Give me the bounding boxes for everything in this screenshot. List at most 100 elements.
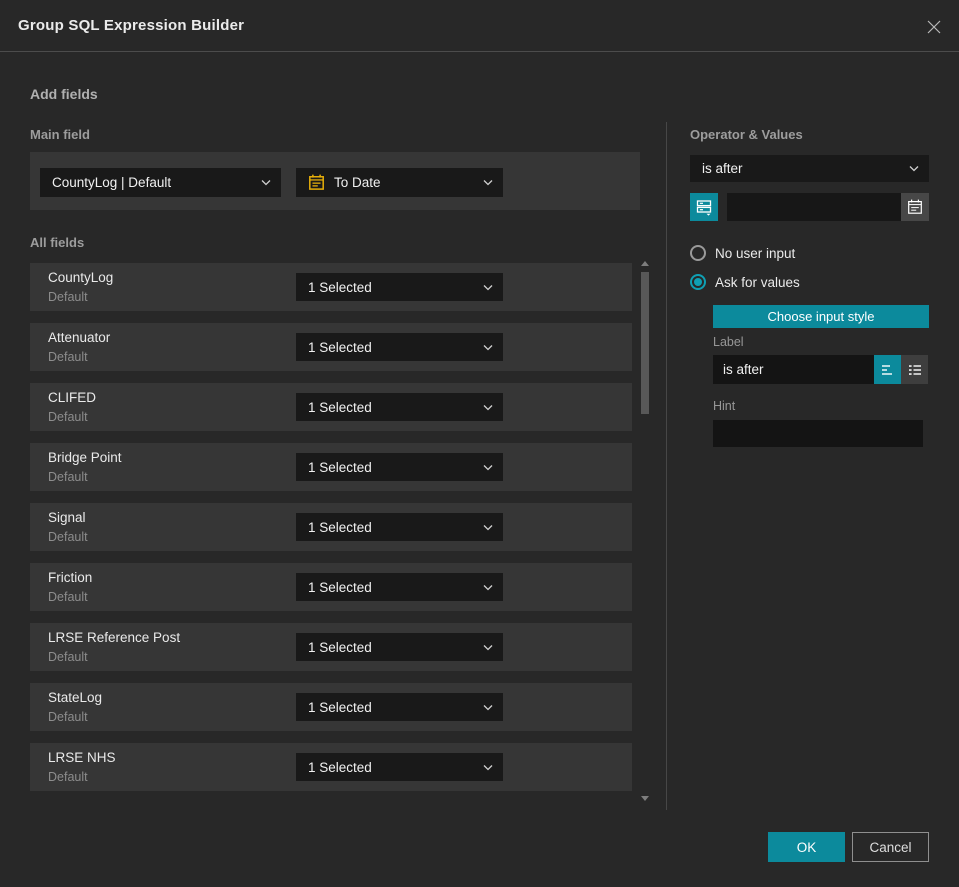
field-selected-dropdown[interactable]: 1 Selected <box>296 693 503 721</box>
label-field-label: Label <box>713 335 744 349</box>
chevron-down-icon <box>261 179 271 186</box>
hint-field-label: Hint <box>713 399 736 413</box>
field-name: CountyLog <box>48 270 114 285</box>
radio-label: Ask for values <box>715 274 800 290</box>
all-fields-label: All fields <box>30 235 85 250</box>
values-from-layer-button[interactable] <box>690 193 718 221</box>
field-subtitle: Default <box>48 650 88 664</box>
field-subtitle: Default <box>48 290 88 304</box>
field-row-lrse-reference-post: LRSE Reference Post Default 1 Selected <box>30 623 632 671</box>
field-row-bridge-point: Bridge Point Default 1 Selected <box>30 443 632 491</box>
panel-divider <box>666 122 667 810</box>
field-subtitle: Default <box>48 350 88 364</box>
main-field-label: Main field <box>30 127 90 142</box>
field-name: CLIFED <box>48 390 97 405</box>
label-style-inline-button[interactable] <box>874 355 901 384</box>
date-value-input[interactable] <box>727 193 901 221</box>
field-subtitle: Default <box>48 410 88 424</box>
choose-input-style-button[interactable]: Choose input style <box>713 305 929 328</box>
calendar-icon <box>907 199 923 215</box>
date-picker-button[interactable] <box>901 193 929 221</box>
field-selected-dropdown[interactable]: 1 Selected <box>296 753 503 781</box>
selected-count: 1 Selected <box>308 339 372 355</box>
chevron-down-icon <box>483 344 493 351</box>
label-input[interactable] <box>713 355 874 384</box>
list-scrollbar[interactable] <box>640 258 650 804</box>
selected-count: 1 Selected <box>308 399 372 415</box>
list-icon <box>907 362 923 378</box>
dialog-titlebar: Group SQL Expression Builder <box>0 0 959 52</box>
layer-values-icon <box>695 198 713 216</box>
operator-values-heading: Operator & Values <box>690 127 803 142</box>
field-subtitle: Default <box>48 530 88 544</box>
selected-count: 1 Selected <box>308 519 372 535</box>
selected-count: 1 Selected <box>308 699 372 715</box>
radio-no-user-input[interactable]: No user input <box>690 245 795 261</box>
field-name: Friction <box>48 570 93 585</box>
field-row-statelog: StateLog Default 1 Selected <box>30 683 632 731</box>
date-option-select-value: To Date <box>334 175 381 190</box>
field-subtitle: Default <box>48 590 88 604</box>
selected-count: 1 Selected <box>308 279 372 295</box>
scroll-down-icon[interactable] <box>641 796 649 801</box>
close-icon <box>926 19 942 35</box>
group-sql-expression-builder-dialog: Group SQL Expression Builder Add fields … <box>0 0 959 887</box>
radio-checked-icon <box>690 274 706 290</box>
field-row-clifed: CLIFED Default 1 Selected <box>30 383 632 431</box>
date-option-select[interactable]: To Date <box>296 168 503 197</box>
chevron-down-icon <box>483 284 493 291</box>
field-subtitle: Default <box>48 470 88 484</box>
selected-count: 1 Selected <box>308 759 372 775</box>
selected-count: 1 Selected <box>308 459 372 475</box>
radio-label: No user input <box>715 245 796 261</box>
main-field-select[interactable]: CountyLog | Default <box>40 168 281 197</box>
field-selected-dropdown[interactable]: 1 Selected <box>296 393 503 421</box>
cancel-button[interactable]: Cancel <box>852 832 929 862</box>
chevron-down-icon <box>483 179 493 186</box>
field-selected-dropdown[interactable]: 1 Selected <box>296 573 503 601</box>
align-left-icon <box>880 362 896 378</box>
radio-ask-for-values[interactable]: Ask for values <box>690 274 800 290</box>
main-field-card: CountyLog | Default To Date <box>30 152 640 210</box>
chevron-down-icon <box>909 165 919 172</box>
field-selected-dropdown[interactable]: 1 Selected <box>296 633 503 661</box>
field-subtitle: Default <box>48 770 88 784</box>
chevron-down-icon <box>483 704 493 711</box>
field-row-friction: Friction Default 1 Selected <box>30 563 632 611</box>
field-name: Attenuator <box>48 330 111 345</box>
field-name: Signal <box>48 510 86 525</box>
chevron-down-icon <box>483 584 493 591</box>
scroll-up-icon[interactable] <box>641 261 649 266</box>
field-name: StateLog <box>48 690 103 705</box>
operator-select[interactable]: is after <box>690 155 929 182</box>
field-selected-dropdown[interactable]: 1 Selected <box>296 453 503 481</box>
field-row-countylog: CountyLog Default 1 Selected <box>30 263 632 311</box>
field-row-lrse-nhs: LRSE NHS Default 1 Selected <box>30 743 632 791</box>
field-name: LRSE NHS <box>48 750 116 765</box>
field-selected-dropdown[interactable]: 1 Selected <box>296 513 503 541</box>
field-name: LRSE Reference Post <box>48 630 181 645</box>
scrollbar-thumb[interactable] <box>641 272 649 414</box>
field-row-signal: Signal Default 1 Selected <box>30 503 632 551</box>
dialog-title: Group SQL Expression Builder <box>18 17 245 34</box>
selected-count: 1 Selected <box>308 579 372 595</box>
field-name: Bridge Point <box>48 450 122 465</box>
field-subtitle: Default <box>48 710 88 724</box>
chevron-down-icon <box>483 644 493 651</box>
ok-button[interactable]: OK <box>768 832 845 862</box>
radio-unchecked-icon <box>690 245 706 261</box>
hint-input[interactable] <box>713 420 923 447</box>
label-style-list-button[interactable] <box>901 355 928 384</box>
field-selected-dropdown[interactable]: 1 Selected <box>296 273 503 301</box>
selected-count: 1 Selected <box>308 639 372 655</box>
add-fields-heading: Add fields <box>30 86 98 102</box>
chevron-down-icon <box>483 524 493 531</box>
calendar-icon <box>308 174 325 191</box>
field-row-attenuator: Attenuator Default 1 Selected <box>30 323 632 371</box>
chevron-down-icon <box>483 464 493 471</box>
main-field-select-value: CountyLog | Default <box>52 175 172 190</box>
chevron-down-icon <box>483 764 493 771</box>
chevron-down-icon <box>483 404 493 411</box>
field-selected-dropdown[interactable]: 1 Selected <box>296 333 503 361</box>
close-button[interactable] <box>923 16 945 38</box>
